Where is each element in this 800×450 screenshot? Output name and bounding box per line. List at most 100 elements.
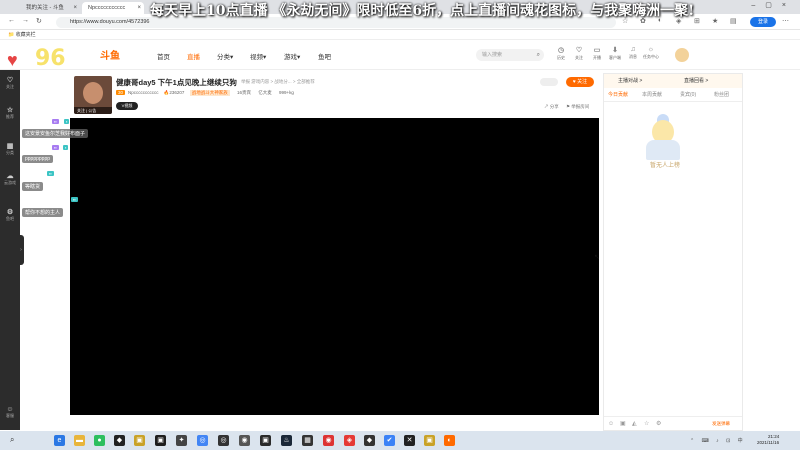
tab-fanclub[interactable]: 粉丝团 xyxy=(714,88,729,102)
report-label: 举报房间 xyxy=(571,104,590,109)
sidebar-toggle[interactable]: › xyxy=(18,235,24,265)
steam-icon[interactable]: ♨ xyxy=(281,435,292,446)
room-title: 健康哥day5 下午1点见晚上继续只狗 xyxy=(116,78,237,87)
user-avatar[interactable] xyxy=(675,48,689,62)
site-logo[interactable]: 斗鱼 xyxy=(100,47,120,62)
share-button[interactable]: ↗ 分享 xyxy=(544,104,559,110)
follow-list-button[interactable]: ♡ 关注 xyxy=(571,46,587,61)
contribution-tabs: 今日贡献 本周贡献 贵宾(0) 粉丝团 xyxy=(604,88,742,102)
panel-header: 主播对战 > 直播回看 > xyxy=(604,74,742,88)
favorites-icon[interactable]: ★ xyxy=(712,17,718,25)
search-input[interactable]: 输入搜索 ⌕ xyxy=(476,49,544,61)
app-icon[interactable]: ▣ xyxy=(260,435,271,446)
danmaku-message: 帮你不想的主人 xyxy=(22,208,64,217)
sidebar-item-support[interactable]: ☺ 客服 xyxy=(0,406,20,419)
chrome-icon[interactable]: ◎ xyxy=(197,435,208,446)
hot-count: 236207 xyxy=(169,90,185,95)
loading-toggle[interactable] xyxy=(540,78,558,86)
profile-login-button[interactable]: 登录 xyxy=(750,17,776,27)
app-icon[interactable]: ◉ xyxy=(239,435,250,446)
more-icon[interactable]: ⋯ xyxy=(782,17,789,25)
org-badge[interactable]: 战地战斗大神家族 xyxy=(189,90,230,96)
close-icon[interactable]: × xyxy=(137,2,141,14)
app-icon[interactable]: ◈ xyxy=(344,435,355,446)
nav-home[interactable]: 首页 xyxy=(157,51,170,61)
system-tray[interactable]: ⌃ ⌨ ♪ ⊡ 中 xyxy=(690,437,746,444)
nav-game[interactable]: 游戏▾ xyxy=(284,51,300,61)
refresh-icon[interactable]: ↻ xyxy=(36,17,42,25)
app-icon[interactable]: ▦ xyxy=(302,435,313,446)
heart-icon: ♡ xyxy=(575,47,583,54)
report-button[interactable]: ⚑ 举报房间 xyxy=(566,104,589,110)
search-icon[interactable]: ⌕ xyxy=(10,435,14,445)
camera-icon: ▭ xyxy=(593,47,601,54)
heart-icon: ♡ xyxy=(6,77,14,84)
back-icon[interactable]: ← xyxy=(8,17,15,24)
wechat-icon[interactable]: ● xyxy=(94,435,105,446)
anchor-avatar[interactable]: 关注 | 公告 xyxy=(74,76,112,114)
collections-icon[interactable]: ▤ xyxy=(730,17,737,25)
message-button[interactable]: ♫ 消息 xyxy=(625,46,641,60)
points-label: 999+kg xyxy=(279,90,294,95)
nav-video[interactable]: 视频▾ xyxy=(250,51,266,61)
sidebar-item-category[interactable]: ▦ 分类 xyxy=(0,142,20,156)
browser-tab-1[interactable]: 我的关注 - 斗鱼 × xyxy=(20,2,80,14)
windows-taskbar: ⌕ e ▬ ● ◆ ▣ ▣ ✦ ◎ ◎ ◉ ▣ ♨ ▦ ◉ ◈ ◆ ✔ ✕ ▣ … xyxy=(0,431,800,450)
star-icon[interactable]: ☆ xyxy=(644,417,649,431)
tab-today[interactable]: 今日贡献 xyxy=(608,88,628,102)
fan-badge: ▪▪ xyxy=(52,145,59,150)
tab-week[interactable]: 本周贡献 xyxy=(642,88,662,102)
video-player[interactable] xyxy=(70,118,599,415)
anchor-name[interactable]: Npccccccccccc xyxy=(128,90,159,95)
replay-tab[interactable]: 直播回看 > xyxy=(684,74,708,88)
image-icon[interactable]: ▣ xyxy=(620,417,626,431)
close-icon[interactable]: × xyxy=(73,2,77,14)
qq-icon[interactable]: ◆ xyxy=(114,435,125,446)
task-center-button[interactable]: ☼ 任务中心 xyxy=(643,46,659,60)
anchor-battle-tab[interactable]: 主播对战 > xyxy=(618,74,642,88)
extension-icon[interactable]: ⊞ xyxy=(694,17,700,25)
sidebar-item-cloudgame[interactable]: ☁ 云游戏 xyxy=(0,172,20,186)
forward-icon[interactable]: → xyxy=(22,17,29,24)
client-button[interactable]: ⬇ 客户端 xyxy=(607,46,623,61)
emoji-icon[interactable]: ☺ xyxy=(608,417,614,431)
broadcast-button[interactable]: ▭ 开播 xyxy=(589,46,605,61)
app-icon[interactable]: ◆ xyxy=(364,435,375,446)
tab-vip[interactable]: 贵宾(0) xyxy=(680,88,696,102)
app-icon[interactable]: ✔ xyxy=(384,435,395,446)
room-breadcrumb[interactable]: 举报 游戏内容 > 战地分... > 全部推荐 xyxy=(241,79,315,85)
star-icon: ☆ xyxy=(6,107,14,114)
nav-live[interactable]: 直播 xyxy=(187,51,200,61)
search-icon[interactable]: ⌕ xyxy=(537,49,540,61)
video-pill[interactable]: V视频 xyxy=(116,102,138,110)
sidebar-item-follow[interactable]: ♡ 关注 xyxy=(0,76,20,90)
browser-tab-2[interactable]: Npccccccccccc × xyxy=(82,2,144,14)
app-icon[interactable]: ◎ xyxy=(218,435,229,446)
tab-title: 我的关注 - 斗鱼 xyxy=(26,5,64,11)
settings-icon[interactable]: ⚙ xyxy=(656,417,661,431)
nav-category[interactable]: 分类▾ xyxy=(217,51,233,61)
edge-icon[interactable]: e xyxy=(54,435,65,446)
follow-button[interactable]: ♥ 关注 xyxy=(566,77,594,87)
room-meta: 30 Npccccccccccc 🔥236207 战地战斗大神家族 16贵宾 亿大… xyxy=(116,90,294,96)
folder-icon[interactable]: ▬ xyxy=(74,435,85,446)
sidebar-item-fishbar[interactable]: ⚙ 鱼吧 xyxy=(0,208,20,222)
app-icon[interactable]: ▣ xyxy=(155,435,166,446)
app-icon[interactable]: ✦ xyxy=(176,435,187,446)
gift-icon[interactable]: ◭ xyxy=(632,417,637,431)
app-icon[interactable]: ▣ xyxy=(134,435,145,446)
history-button[interactable]: ◷ 历史 xyxy=(553,46,569,61)
anchor-level-badge: 30 xyxy=(116,90,126,95)
window-controls[interactable]: –▢× xyxy=(751,1,796,9)
nav-fishbar[interactable]: 鱼吧 xyxy=(318,51,331,61)
netease-icon[interactable]: ◉ xyxy=(323,435,334,446)
bookmark-folder[interactable]: 收藏夹栏 xyxy=(16,32,36,38)
sidebar-item-recommend[interactable]: ☆ 推荐 xyxy=(0,106,20,120)
douyu-icon[interactable]: ◐ xyxy=(444,435,455,446)
clock-icon: ◷ xyxy=(557,47,565,54)
taskbar-clock[interactable]: 21:24 2021/11/16 xyxy=(757,434,779,446)
send-danmaku-button[interactable]: 发送弹幕 xyxy=(712,417,730,431)
app-icon[interactable]: ✕ xyxy=(404,435,415,446)
app-icon[interactable]: ▣ xyxy=(424,435,435,446)
download-icon: ⬇ xyxy=(612,47,618,54)
